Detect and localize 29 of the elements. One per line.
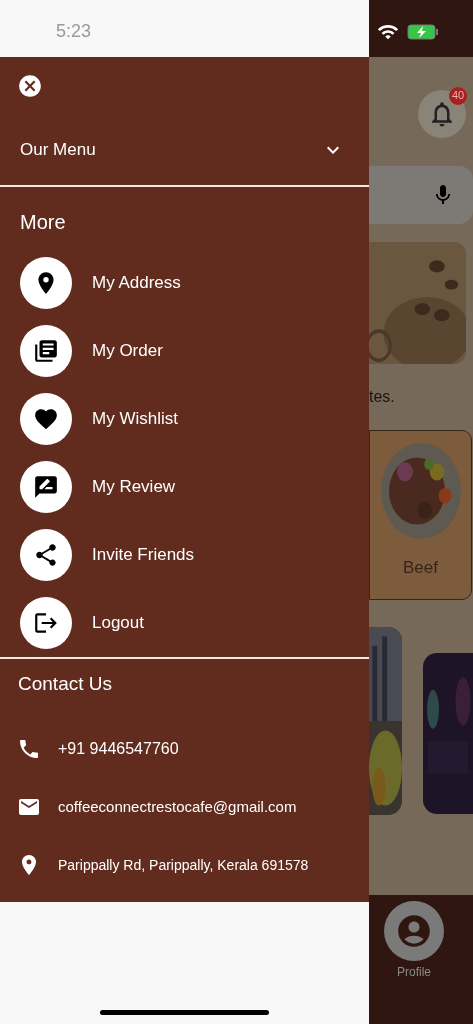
battery-icon (407, 23, 439, 40)
logout-icon (33, 610, 59, 636)
email-address: coffeeconnectrestocafe@gmail.com (58, 796, 297, 817)
section-title: More (20, 210, 66, 235)
phone-number: +91 9446547760 (58, 739, 179, 759)
drawer-menu-item[interactable]: Invite Friends (92, 542, 195, 568)
category-label: Beef (403, 557, 438, 579)
address-text: Parippally Rd, Parippally, Kerala 691578 (58, 855, 309, 875)
drawer-menu-item[interactable]: Logout (92, 610, 144, 636)
section-title: Contact Us (18, 671, 112, 696)
document-list-icon (33, 338, 59, 364)
profile-icon (395, 912, 433, 950)
drawer-menu-item[interactable]: My Wishlist (92, 406, 178, 432)
notification-button[interactable]: 40 (418, 89, 466, 138)
share-icon (33, 542, 59, 568)
status-time: 5:23 (56, 20, 92, 43)
review-icon (33, 474, 59, 500)
drawer-menu-item[interactable]: My Address (92, 270, 181, 296)
heart-icon (33, 406, 59, 432)
nav-label: Profile (397, 964, 431, 981)
menu-dropdown[interactable]: Our Menu (0, 115, 369, 185)
notification-badge: 40 (449, 86, 467, 105)
search-field[interactable] (369, 166, 473, 224)
partial-text: tes. (369, 387, 395, 407)
drawer-menu-item[interactable]: My Order (92, 338, 163, 364)
profile-button[interactable] (384, 901, 444, 961)
close-icon[interactable] (17, 73, 43, 99)
phone-icon (17, 737, 41, 761)
drawer-menu-item[interactable]: My Review (92, 474, 176, 500)
